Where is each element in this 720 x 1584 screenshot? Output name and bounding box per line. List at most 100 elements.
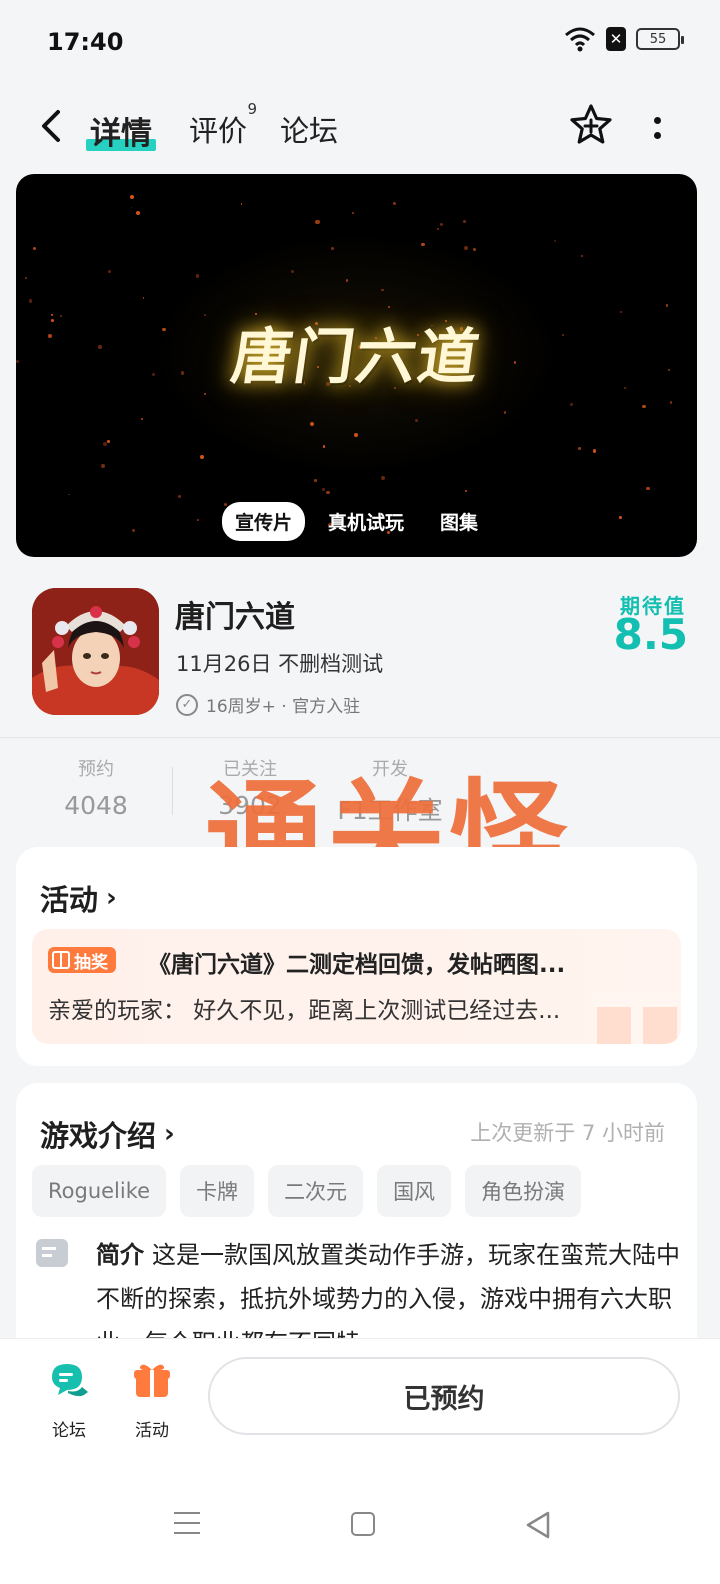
media-banner[interactable]: 唐门六道 宣传片 真机试玩 图集 [16, 174, 697, 557]
ember-particle [135, 211, 141, 216]
intro-title: 游戏介绍 [40, 1119, 157, 1153]
intro-label: 简介 [96, 1241, 144, 1269]
more-dot [653, 117, 661, 124]
divider [0, 737, 720, 738]
ember-particle [345, 279, 349, 282]
ember-particle [592, 449, 597, 453]
ember-particle [108, 270, 112, 273]
tag-card[interactable]: 卡牌 [180, 1165, 255, 1217]
home-icon[interactable] [351, 1512, 375, 1536]
follow-button[interactable] [567, 102, 615, 150]
battery-level: 55 [649, 31, 667, 47]
gift-icon [52, 951, 70, 969]
ember-particle [162, 327, 166, 332]
gift-decoration-icon [593, 993, 681, 1044]
test-date: 11月26日 不删档测试 [176, 652, 384, 676]
tab-forum[interactable]: 论坛 [280, 108, 338, 150]
tag-rpg[interactable]: 角色扮演 [465, 1165, 582, 1217]
triangle-back-icon[interactable] [524, 1510, 552, 1540]
reserved-button[interactable]: 已预约 [208, 1357, 680, 1435]
more-button[interactable] [640, 108, 674, 148]
activity-item-desc: 亲爱的玩家： 好久不见，距离上次测试已经过去... [48, 998, 561, 1024]
wifi-icon [565, 27, 595, 52]
tab-detail[interactable]: 详情 [86, 108, 156, 153]
chevron-right-icon: › [164, 1119, 175, 1149]
ember-particle [472, 247, 477, 251]
ember-particle [50, 313, 54, 317]
back-icon [42, 110, 60, 142]
app-icon [32, 588, 159, 715]
ember-particle [129, 195, 134, 200]
ember-particle [203, 313, 207, 317]
top-nav: 详情 评价 9 论坛 [0, 90, 720, 166]
ember-particle [310, 421, 315, 427]
ember-particle [569, 402, 573, 406]
media-tab-gallery[interactable]: 图集 [427, 502, 491, 541]
app-meta: ✓ 16周岁+ · 官方入驻 [176, 692, 360, 717]
back-button[interactable] [32, 104, 72, 148]
ember-particle [620, 311, 623, 314]
ember-particle [641, 404, 646, 409]
ember-particle [178, 494, 182, 498]
media-tab-trailer[interactable]: 宣传片 [221, 502, 305, 541]
ember-particle [381, 476, 386, 481]
bottom-activity-label: 活动 [135, 1421, 169, 1441]
ember-particle [440, 223, 444, 227]
ember-particle [291, 269, 294, 273]
ember-particle [32, 246, 37, 251]
media-tab-gameplay[interactable]: 真机试玩 [315, 502, 417, 541]
ember-particle [98, 345, 103, 350]
media-tabs: 宣传片 真机试玩 图集 [16, 502, 697, 541]
ember-particle [580, 254, 584, 258]
check-circle-icon: ✓ [176, 693, 198, 716]
system-nav-bar [0, 1500, 720, 1550]
ember-particle [330, 247, 334, 251]
intro-header[interactable]: 游戏介绍 › [40, 1113, 175, 1155]
tag-roguelike[interactable]: Roguelike [32, 1165, 167, 1217]
ember-particle [240, 203, 243, 206]
chat-bubble-icon [52, 1364, 88, 1397]
ember-particle [669, 401, 673, 404]
status-time: 17:40 [47, 28, 124, 56]
ember-particle [25, 277, 27, 280]
chevron-right-icon: › [106, 883, 117, 913]
tab-review-label: 评价 [189, 114, 248, 148]
bottom-forum-button[interactable]: 论坛 [34, 1359, 104, 1441]
ember-particle [141, 417, 144, 420]
tag-guofeng[interactable]: 国风 [377, 1165, 452, 1217]
ember-particle [463, 220, 467, 224]
ember-particle [68, 493, 71, 496]
status-icons: ✕ 55 [564, 26, 684, 52]
app-name: 唐门六道 [175, 600, 295, 635]
ember-particle [152, 373, 155, 376]
ember-particle [326, 490, 330, 494]
ember-particle [101, 463, 106, 468]
stat-reserve-label: 预约 [78, 759, 114, 780]
ember-particle [561, 334, 564, 336]
menu-icon[interactable] [174, 1512, 200, 1534]
ember-particle [514, 361, 517, 364]
tab-review[interactable]: 评价 9 [189, 100, 257, 150]
star-plus-icon [570, 104, 612, 144]
ember-particle [421, 242, 425, 247]
activity-item[interactable]: 抽奖 《唐门六道》二测定档回馈，发帖晒图... 亲爱的玩家： 好久不见，距离上次… [32, 929, 681, 1044]
tag-anime[interactable]: 二次元 [268, 1165, 364, 1217]
expectation-score: 8.5 [613, 610, 688, 659]
stat-separator [172, 767, 173, 815]
ember-particle [203, 393, 206, 395]
sim-icon: ✕ [606, 27, 626, 51]
stat-reserve-value: 4048 [64, 791, 128, 820]
ember-particle [107, 440, 111, 444]
tab-detail-label: 详情 [90, 116, 152, 152]
ember-particle [393, 202, 396, 205]
ember-particle [315, 219, 320, 225]
ember-particle [354, 432, 359, 437]
activity-title: 活动 [40, 883, 99, 917]
ember-particle [665, 304, 669, 308]
ember-particle [181, 371, 185, 375]
ember-particle [668, 368, 671, 371]
bottom-activity-button[interactable]: 活动 [117, 1359, 187, 1441]
activity-header[interactable]: 活动 › [40, 877, 117, 919]
ember-particle [29, 299, 33, 303]
document-icon [36, 1239, 68, 1267]
